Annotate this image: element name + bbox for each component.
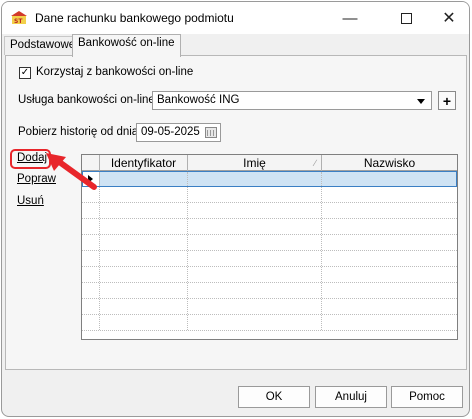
table-row[interactable] bbox=[82, 267, 457, 283]
add-service-button[interactable]: + bbox=[438, 91, 456, 110]
use-online-label: Korzystaj z bankowości on-line bbox=[36, 66, 194, 78]
ok-button[interactable]: OK bbox=[238, 386, 310, 408]
table-row[interactable] bbox=[82, 283, 457, 299]
tab-panel: ✓ Korzystaj z bankowości on-line Usługa … bbox=[5, 55, 467, 370]
dropdown-arrow-icon bbox=[417, 99, 425, 104]
maximize-icon bbox=[400, 12, 412, 24]
table-row[interactable] bbox=[82, 299, 457, 315]
grid-header: Identyfikator Imię ∕ Nazwisko bbox=[82, 155, 457, 171]
maximize-button[interactable] bbox=[387, 2, 425, 34]
table-row[interactable] bbox=[82, 187, 457, 203]
table-row[interactable] bbox=[82, 235, 457, 251]
table-row[interactable] bbox=[82, 203, 457, 219]
grid-body bbox=[82, 171, 457, 331]
table-row[interactable] bbox=[82, 251, 457, 267]
column-header-nazwisko[interactable]: Nazwisko bbox=[322, 155, 457, 171]
help-button[interactable]: Pomoc bbox=[391, 386, 463, 408]
window-title: Dane rachunku bankowego podmiotu bbox=[35, 11, 234, 25]
close-icon: ✕ bbox=[442, 10, 456, 27]
table-cell[interactable] bbox=[188, 172, 322, 186]
tab-label: Podstawowe bbox=[10, 39, 76, 51]
column-header-label: Imię bbox=[243, 156, 266, 170]
table-row[interactable] bbox=[82, 171, 457, 187]
dialog-window: ST Dane rachunku bankowego podmiotu — ✕ … bbox=[1, 1, 470, 417]
tab-strip: Podstawowe Bankowość on-line bbox=[2, 34, 469, 57]
service-select[interactable]: Bankowość ING bbox=[152, 91, 432, 110]
table-row[interactable] bbox=[82, 315, 457, 331]
history-date-value: 09-05-2025 bbox=[141, 126, 200, 138]
calendar-icon[interactable] bbox=[205, 127, 217, 138]
table-cell[interactable] bbox=[100, 172, 188, 186]
table-cell[interactable] bbox=[322, 172, 456, 186]
tab-bankowosc-online[interactable]: Bankowość on-line bbox=[72, 34, 181, 57]
column-header-imie[interactable]: Imię ∕ bbox=[188, 155, 322, 171]
column-header-label: Identyfikator bbox=[110, 156, 177, 170]
persons-grid[interactable]: Identyfikator Imię ∕ Nazwisko bbox=[81, 154, 458, 340]
cancel-button[interactable]: Anuluj bbox=[315, 386, 387, 408]
column-header-identyfikator[interactable]: Identyfikator bbox=[100, 155, 188, 171]
table-row[interactable] bbox=[82, 219, 457, 235]
app-logo-icon: ST bbox=[11, 11, 27, 25]
title-bar: ST Dane rachunku bankowego podmiotu — ✕ bbox=[2, 2, 469, 34]
service-select-value: Bankowość ING bbox=[157, 94, 240, 106]
minimize-button[interactable]: — bbox=[331, 2, 369, 34]
sort-indicator-icon: ∕ bbox=[314, 158, 316, 168]
cancel-button-label: Anuluj bbox=[335, 391, 367, 403]
plus-icon: + bbox=[442, 92, 452, 109]
history-label: Pobierz historię od dnia: bbox=[18, 126, 142, 138]
tab-podstawowe[interactable]: Podstawowe bbox=[4, 36, 82, 55]
checkmark-icon: ✓ bbox=[20, 67, 30, 78]
delete-link[interactable]: Usuń bbox=[17, 195, 44, 207]
history-date-field[interactable]: 09-05-2025 bbox=[136, 123, 221, 142]
column-header-label: Nazwisko bbox=[363, 156, 416, 170]
ok-button-label: OK bbox=[265, 391, 283, 403]
annotation-arrow-icon bbox=[46, 153, 97, 190]
minimize-icon: — bbox=[342, 9, 358, 27]
service-label: Usługa bankowości on-line: bbox=[18, 94, 158, 106]
use-online-checkbox[interactable]: ✓ bbox=[19, 67, 31, 79]
help-button-label: Pomoc bbox=[409, 391, 445, 403]
svg-text:ST: ST bbox=[14, 18, 23, 25]
close-button[interactable]: ✕ bbox=[430, 2, 468, 34]
tab-label: Bankowość on-line bbox=[78, 37, 175, 49]
